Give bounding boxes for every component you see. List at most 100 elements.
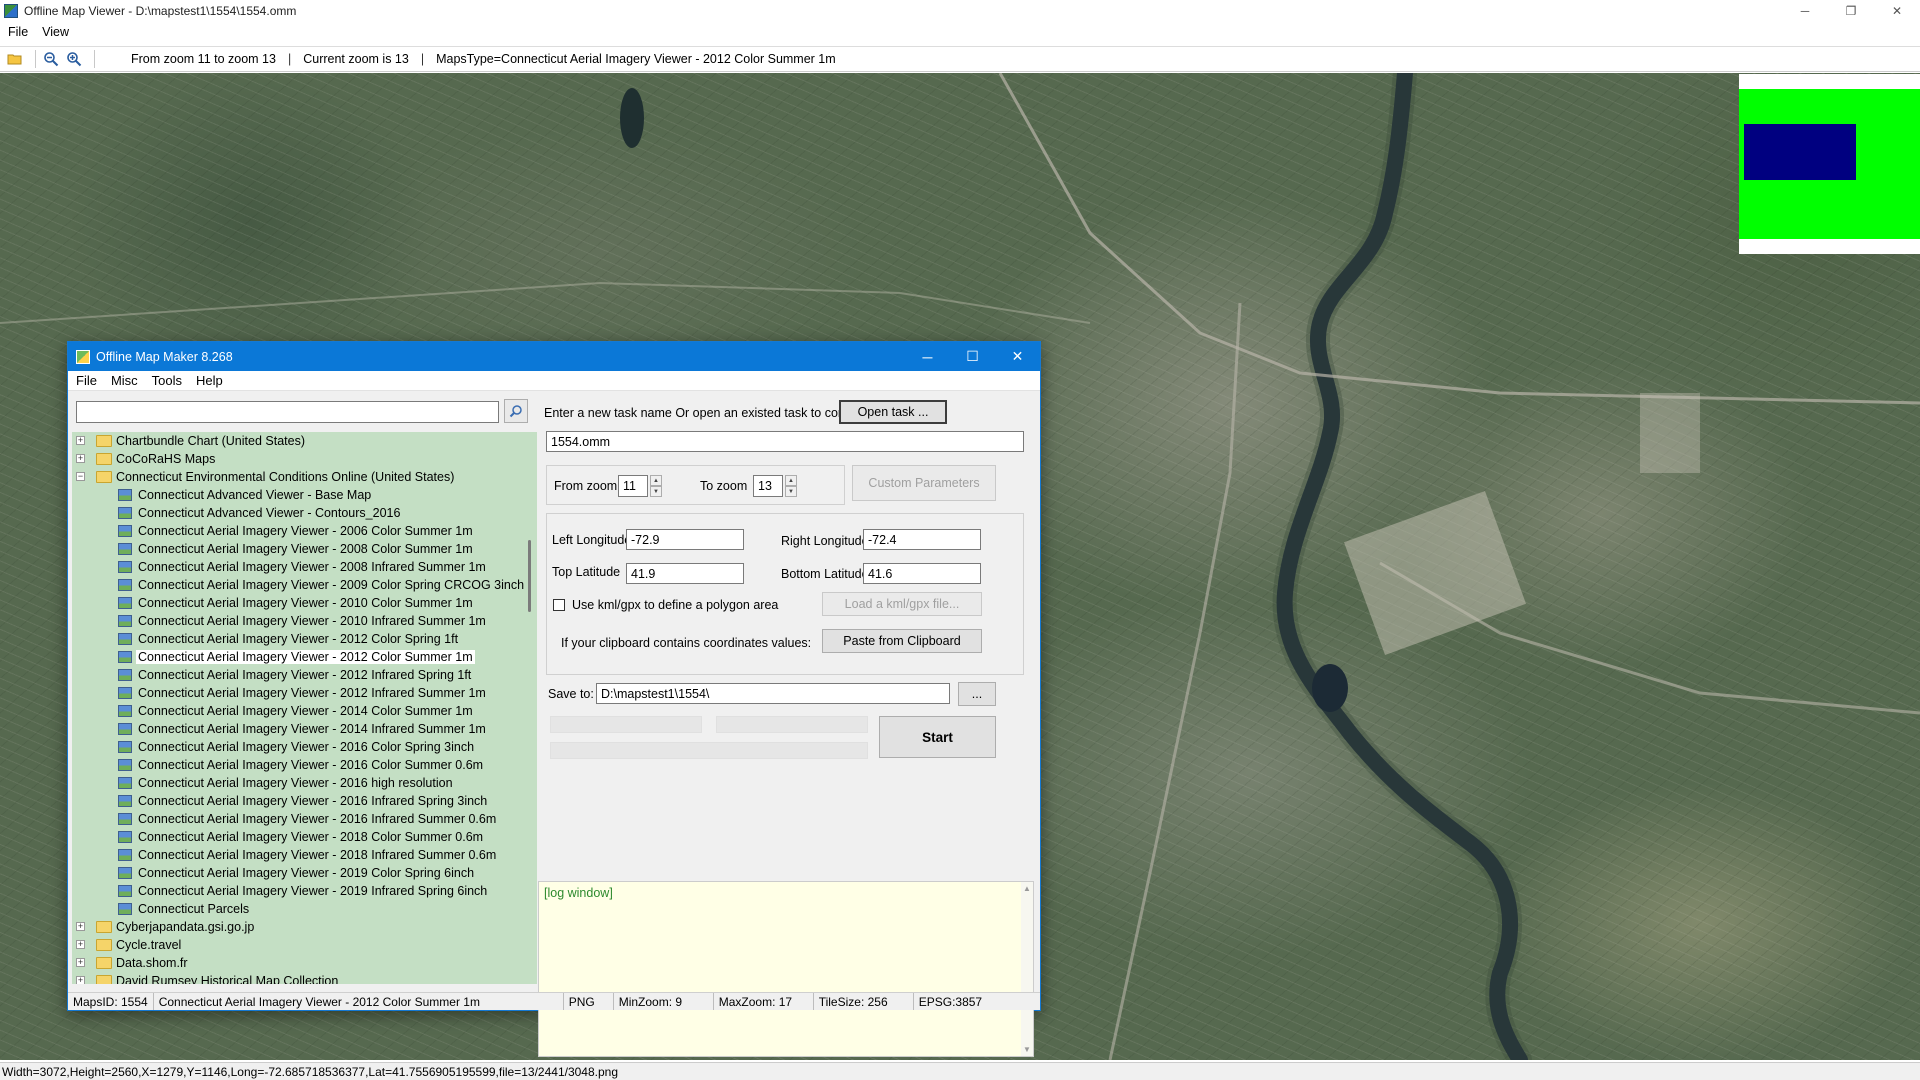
save-path-field[interactable]: D:\mapstest1\1554\ (596, 683, 950, 704)
left-longitude-label: Left Longitude (552, 533, 632, 547)
expand-icon[interactable]: + (76, 454, 85, 463)
tree-folder-item[interactable]: − Connecticut Environmental Conditions On… (76, 468, 454, 486)
highway (1108, 302, 1242, 1060)
overview-map[interactable] (1739, 74, 1920, 254)
tree-map-item[interactable]: Connecticut Aerial Imagery Viewer - 2008… (118, 558, 486, 576)
tree-map-item[interactable]: Connecticut Aerial Imagery Viewer - 2016… (118, 792, 487, 810)
dialog-menu-misc[interactable]: Misc (111, 373, 138, 388)
tree-folder-item[interactable]: + Cyberjapandata.gsi.go.jp (76, 918, 254, 936)
from-zoom-field[interactable]: 11 (618, 475, 648, 497)
search-button[interactable] (504, 399, 528, 423)
log-scrollbar[interactable]: ▲ ▼ (1021, 882, 1033, 1056)
map-layer-icon (118, 489, 132, 501)
zoom-in-icon[interactable] (65, 50, 83, 68)
tree-map-item[interactable]: Connecticut Aerial Imagery Viewer - 2006… (118, 522, 473, 540)
scroll-up-icon[interactable]: ▲ (1023, 884, 1031, 893)
tree-map-item[interactable]: Connecticut Aerial Imagery Viewer - 2016… (118, 756, 483, 774)
browse-button[interactable]: ... (958, 682, 996, 706)
tree-map-item[interactable]: Connecticut Parcels (118, 900, 249, 918)
map-layer-icon (118, 741, 132, 753)
tree-map-item[interactable]: Connecticut Aerial Imagery Viewer - 2010… (118, 594, 473, 612)
close-button[interactable]: ✕ (1874, 0, 1920, 22)
expand-icon[interactable]: + (76, 922, 85, 931)
map-source-tree[interactable]: + Chartbundle Chart (United States) + CoCoR… (72, 432, 537, 984)
tree-item-label: Connecticut Parcels (138, 902, 250, 916)
map-search-input[interactable] (76, 401, 499, 423)
tree-folder-item[interactable]: + David Rumsey Historical Map Collection (76, 972, 338, 984)
scroll-down-icon[interactable]: ▼ (1023, 1045, 1031, 1054)
menu-bar: File View (0, 22, 1920, 42)
tree-folder-item[interactable]: + Cycle.travel (76, 936, 181, 954)
dialog-app-icon (76, 349, 90, 364)
from-zoom-stepper[interactable]: ▲ ▼ (650, 475, 662, 497)
tree-map-item[interactable]: Connecticut Aerial Imagery Viewer - 2019… (118, 882, 487, 900)
dialog-close-button[interactable]: ✕ (995, 342, 1040, 371)
folder-icon (96, 453, 112, 465)
tree-item-label: Chartbundle Chart (United States) (116, 434, 305, 448)
expand-icon[interactable]: + (76, 436, 85, 445)
tree-map-item[interactable]: Connecticut Advanced Viewer - Contours_2… (118, 504, 400, 522)
dialog-minimize-button[interactable]: ─ (905, 342, 950, 371)
tree-map-item[interactable]: Connecticut Aerial Imagery Viewer - 2012… (118, 666, 471, 684)
custom-parameters-button[interactable]: Custom Parameters (852, 465, 996, 501)
toolbar-separator (94, 50, 95, 68)
to-zoom-stepper[interactable]: ▲ ▼ (785, 475, 797, 497)
tree-map-item[interactable]: Connecticut Aerial Imagery Viewer - 2010… (118, 612, 486, 630)
start-button[interactable]: Start (879, 716, 996, 758)
maximize-button[interactable]: ❐ (1828, 0, 1874, 22)
dialog-menu-file[interactable]: File (76, 373, 97, 388)
tree-map-item[interactable]: Connecticut Aerial Imagery Viewer - 2012… (118, 630, 458, 648)
tree-map-item[interactable]: Connecticut Aerial Imagery Viewer - 2012… (118, 684, 486, 702)
tree-folder-item[interactable]: + Data.shom.fr (76, 954, 188, 972)
tree-map-item[interactable]: Connecticut Aerial Imagery Viewer - 2012… (118, 648, 475, 666)
tree-folder-item[interactable]: + Chartbundle Chart (United States) (76, 432, 305, 450)
open-folder-icon[interactable] (6, 50, 24, 68)
dialog-window-controls: ─ ☐ ✕ (905, 342, 1040, 371)
tree-map-item[interactable]: Connecticut Advanced Viewer - Base Map (118, 486, 371, 504)
overview-viewport[interactable] (1744, 124, 1856, 180)
tree-map-item[interactable]: Connecticut Aerial Imagery Viewer - 2019… (118, 864, 474, 882)
task-name-field[interactable]: 1554.omm (546, 431, 1024, 452)
tree-map-item[interactable]: Connecticut Aerial Imagery Viewer - 2016… (118, 738, 474, 756)
tree-map-item[interactable]: Connecticut Aerial Imagery Viewer - 2014… (118, 702, 473, 720)
collapse-icon[interactable]: − (76, 472, 85, 481)
tree-folder-item[interactable]: + CoCoRaHS Maps (76, 450, 215, 468)
map-layer-icon (118, 651, 132, 663)
top-latitude-field[interactable]: 41.9 (626, 563, 744, 584)
map-layer-icon (118, 633, 132, 645)
left-longitude-field[interactable]: -72.9 (626, 529, 744, 550)
dialog-title-bar[interactable]: Offline Map Maker 8.268 ─ ☐ ✕ (68, 342, 1040, 371)
folder-icon (96, 939, 112, 951)
tree-scrollbar[interactable] (524, 432, 536, 984)
minimize-button[interactable]: ─ (1782, 0, 1828, 22)
paste-from-clipboard-button[interactable]: Paste from Clipboard (822, 629, 982, 653)
log-window[interactable]: [log window] ▲ ▼ (538, 881, 1034, 1057)
menu-file[interactable]: File (8, 25, 28, 39)
dialog-menu-help[interactable]: Help (196, 373, 223, 388)
expand-icon[interactable]: + (76, 940, 85, 949)
tree-map-item[interactable]: Connecticut Aerial Imagery Viewer - 2016… (118, 810, 496, 828)
tree-map-item[interactable]: Connecticut Aerial Imagery Viewer - 2008… (118, 540, 473, 558)
load-kml-button[interactable]: Load a kml/gpx file... (822, 592, 982, 616)
tree-scrollbar-thumb[interactable] (528, 540, 531, 612)
dialog-maximize-button[interactable]: ☐ (950, 342, 995, 371)
dialog-menu-tools[interactable]: Tools (152, 373, 182, 388)
to-zoom-field[interactable]: 13 (753, 475, 783, 497)
tree-map-item[interactable]: Connecticut Aerial Imagery Viewer - 2018… (118, 846, 496, 864)
map-layer-icon (118, 615, 132, 627)
use-kml-checkbox[interactable] (553, 599, 565, 611)
menu-view[interactable]: View (42, 25, 69, 39)
toolbar-separator (35, 50, 36, 68)
tree-map-item[interactable]: Connecticut Aerial Imagery Viewer - 2009… (118, 576, 524, 594)
expand-icon[interactable]: + (76, 976, 85, 984)
tree-map-item[interactable]: Connecticut Aerial Imagery Viewer - 2016… (118, 774, 453, 792)
bottom-latitude-field[interactable]: 41.6 (863, 563, 981, 584)
status-format: PNG (564, 993, 614, 1010)
tree-map-item[interactable]: Connecticut Aerial Imagery Viewer - 2018… (118, 828, 483, 846)
tree-item-label: Connecticut Aerial Imagery Viewer - 2012… (138, 668, 472, 682)
right-longitude-field[interactable]: -72.4 (863, 529, 981, 550)
zoom-out-icon[interactable] (42, 50, 60, 68)
expand-icon[interactable]: + (76, 958, 85, 967)
open-task-button[interactable]: Open task ... (839, 400, 947, 424)
tree-map-item[interactable]: Connecticut Aerial Imagery Viewer - 2014… (118, 720, 486, 738)
